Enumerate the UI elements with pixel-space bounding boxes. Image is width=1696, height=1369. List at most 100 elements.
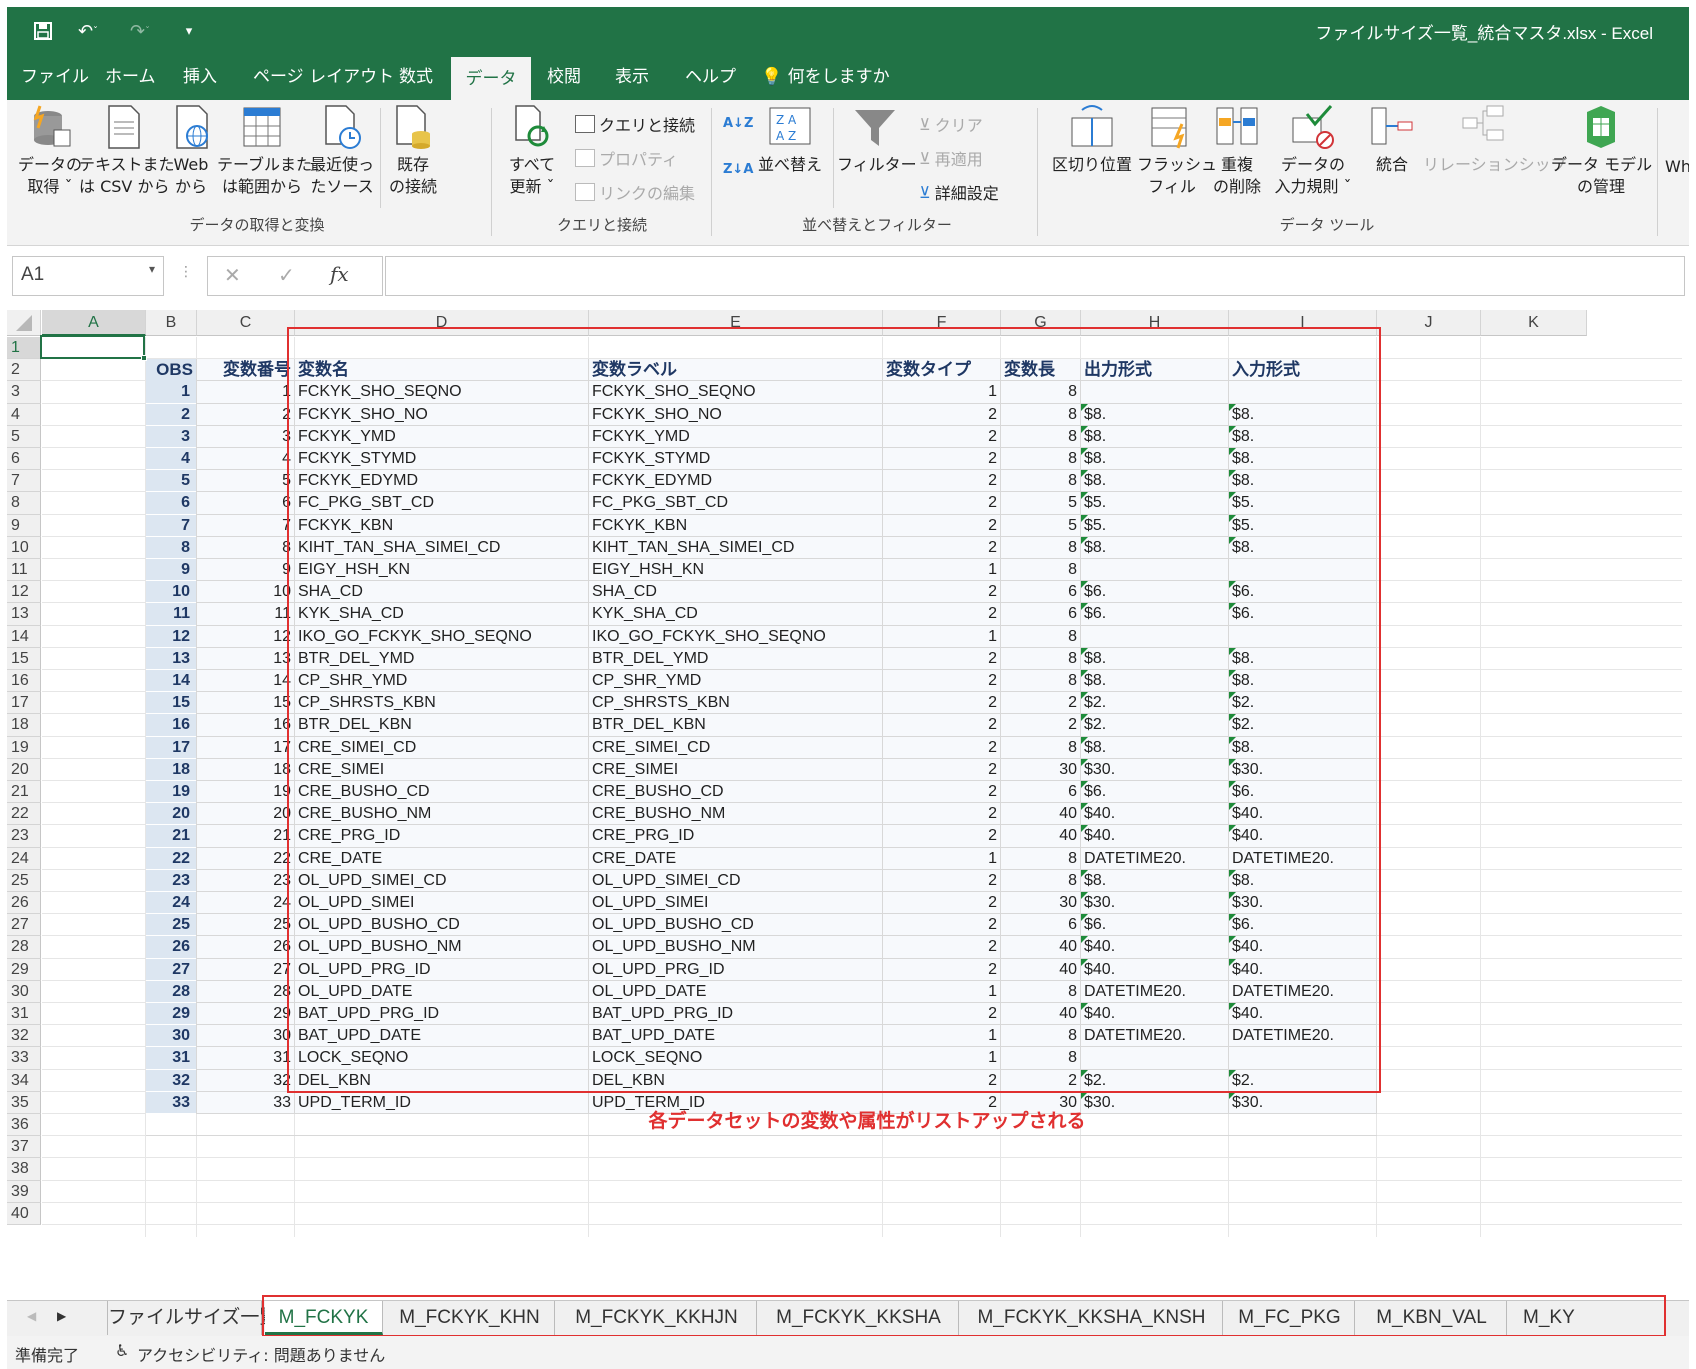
obs-cell[interactable]: 15: [146, 692, 196, 715]
sort-za-icon[interactable]: Z↓A: [723, 162, 753, 177]
row-header[interactable]: 31: [7, 1003, 41, 1026]
tab-view[interactable]: 表示: [601, 55, 663, 100]
obs-cell[interactable]: 1: [146, 381, 196, 404]
recent-sources-button[interactable]: 最近使っ たソース: [307, 104, 377, 198]
obs-cell[interactable]: 7: [146, 514, 196, 537]
table-cell[interactable]: 15: [197, 692, 294, 714]
obs-cell[interactable]: 2: [146, 403, 196, 426]
table-cell[interactable]: 14: [197, 670, 294, 692]
obs-cell[interactable]: 27: [146, 958, 196, 981]
row-header[interactable]: 8: [7, 492, 41, 515]
table-cell[interactable]: 27: [197, 959, 294, 981]
obs-cell[interactable]: 23: [146, 869, 196, 892]
row-header[interactable]: 10: [7, 536, 41, 559]
row-header[interactable]: 2: [7, 359, 41, 382]
table-cell[interactable]: 5: [197, 470, 294, 492]
whatif-button[interactable]: Wh: [1665, 156, 1689, 178]
row-header[interactable]: 1: [7, 337, 41, 360]
row-header[interactable]: 29: [7, 958, 41, 981]
table-cell[interactable]: 13: [197, 648, 294, 670]
obs-cell[interactable]: 16: [146, 714, 196, 737]
select-all-corner[interactable]: [7, 310, 41, 336]
row-header[interactable]: 18: [7, 714, 41, 737]
obs-cell[interactable]: 4: [146, 448, 196, 471]
column-header[interactable]: K: [1481, 310, 1587, 336]
obs-cell[interactable]: 25: [146, 914, 196, 937]
table-cell[interactable]: 17: [197, 737, 294, 759]
formula-input[interactable]: [385, 256, 1685, 296]
table-cell[interactable]: 22: [197, 848, 294, 870]
text-to-columns-button[interactable]: 区切り位置: [1047, 104, 1137, 176]
row-header[interactable]: 22: [7, 803, 41, 826]
tab-home[interactable]: ホーム: [91, 55, 170, 100]
row-header[interactable]: 5: [7, 425, 41, 448]
row-header[interactable]: 26: [7, 892, 41, 915]
remove-duplicates-button[interactable]: 重複 の削除: [1207, 104, 1267, 198]
table-cell[interactable]: 29: [197, 1003, 294, 1025]
obs-cell[interactable]: 29: [146, 1003, 196, 1026]
relationships-button[interactable]: リレーションシップ: [1423, 104, 1567, 176]
tab-insert[interactable]: 挿入: [169, 55, 231, 100]
table-cell[interactable]: 16: [197, 714, 294, 736]
obs-cell[interactable]: 3: [146, 425, 196, 448]
worksheet-grid[interactable]: ABCDEFGHIJK 1 2 3 4 5 6 7 8 9 10 11 12 13 14 15 16 17 18 1…: [7, 310, 1689, 1300]
queries-connections-button[interactable]: クエリと接続: [575, 112, 695, 136]
row-header[interactable]: 14: [7, 625, 41, 648]
table-cell[interactable]: 19: [197, 781, 294, 803]
obs-cell[interactable]: 18: [146, 758, 196, 781]
row-header[interactable]: 27: [7, 914, 41, 937]
table-cell[interactable]: 1: [197, 381, 294, 403]
row-header[interactable]: 15: [7, 647, 41, 670]
consolidate-button[interactable]: 統合: [1367, 104, 1417, 176]
table-cell[interactable]: 30: [197, 1025, 294, 1047]
row-header[interactable]: 33: [7, 1047, 41, 1070]
row-header[interactable]: 34: [7, 1069, 41, 1092]
tab-review[interactable]: 校閲: [533, 55, 595, 100]
table-cell[interactable]: $30.: [1229, 1091, 1376, 1114]
table-cell[interactable]: 2: [197, 404, 294, 426]
tab-file[interactable]: ファイル: [7, 55, 103, 100]
obs-cell[interactable]: 31: [146, 1047, 196, 1070]
text-csv-button[interactable]: テキストまた は CSV から: [79, 104, 175, 198]
flash-fill-button[interactable]: フラッシュ フィル: [1137, 104, 1217, 198]
table-range-button[interactable]: テーブルまた は範囲から: [217, 104, 312, 198]
row-header[interactable]: 35: [7, 1091, 41, 1114]
row-header[interactable]: 32: [7, 1025, 41, 1048]
data-validation-button[interactable]: データの 入力規則 ˇ: [1269, 104, 1357, 198]
obs-cell[interactable]: 5: [146, 470, 196, 493]
obs-cell[interactable]: 24: [146, 892, 196, 915]
obs-cell[interactable]: 33: [146, 1091, 196, 1114]
obs-cell[interactable]: 12: [146, 625, 196, 648]
table-cell[interactable]: 31: [197, 1047, 294, 1069]
sort-button[interactable]: Z A A Z 並べ替え: [755, 104, 825, 176]
row-header[interactable]: 37: [7, 1136, 41, 1159]
row-header[interactable]: 9: [7, 514, 41, 537]
redo-icon[interactable]: ↷ ˇ: [121, 17, 159, 45]
obs-cell[interactable]: 20: [146, 803, 196, 826]
clear-filter-button[interactable]: ⊻ クリア: [919, 112, 983, 136]
edit-links-button[interactable]: リンクの編集: [575, 180, 695, 204]
obs-cell[interactable]: 14: [146, 670, 196, 693]
table-cell[interactable]: 25: [197, 914, 294, 936]
row-header[interactable]: 39: [7, 1180, 41, 1203]
row-header[interactable]: 40: [7, 1202, 41, 1225]
row-header[interactable]: 28: [7, 936, 41, 959]
get-data-button[interactable]: データの 取得 ˇ: [15, 104, 85, 198]
row-header[interactable]: 21: [7, 781, 41, 804]
column-header[interactable]: B: [146, 310, 197, 336]
obs-cell[interactable]: 28: [146, 980, 196, 1003]
reapply-button[interactable]: ⊻ 再適用: [919, 146, 983, 170]
table-cell[interactable]: 3: [197, 426, 294, 448]
insert-function-icon[interactable]: fx: [330, 262, 349, 286]
obs-cell[interactable]: 19: [146, 781, 196, 804]
table-cell[interactable]: 28: [197, 981, 294, 1003]
name-box[interactable]: A1 ▾: [12, 256, 164, 296]
web-button[interactable]: Web から: [167, 104, 215, 198]
row-header[interactable]: 4: [7, 403, 41, 426]
table-cell[interactable]: UPD_TERM_ID: [295, 1092, 588, 1114]
sheet-tab[interactable]: ファイルサイズ一覧: [107, 1301, 278, 1335]
table-cell[interactable]: 12: [197, 626, 294, 648]
table-cell[interactable]: 23: [197, 870, 294, 892]
table-cell[interactable]: 4: [197, 448, 294, 470]
obs-cell[interactable]: 8: [146, 536, 196, 559]
